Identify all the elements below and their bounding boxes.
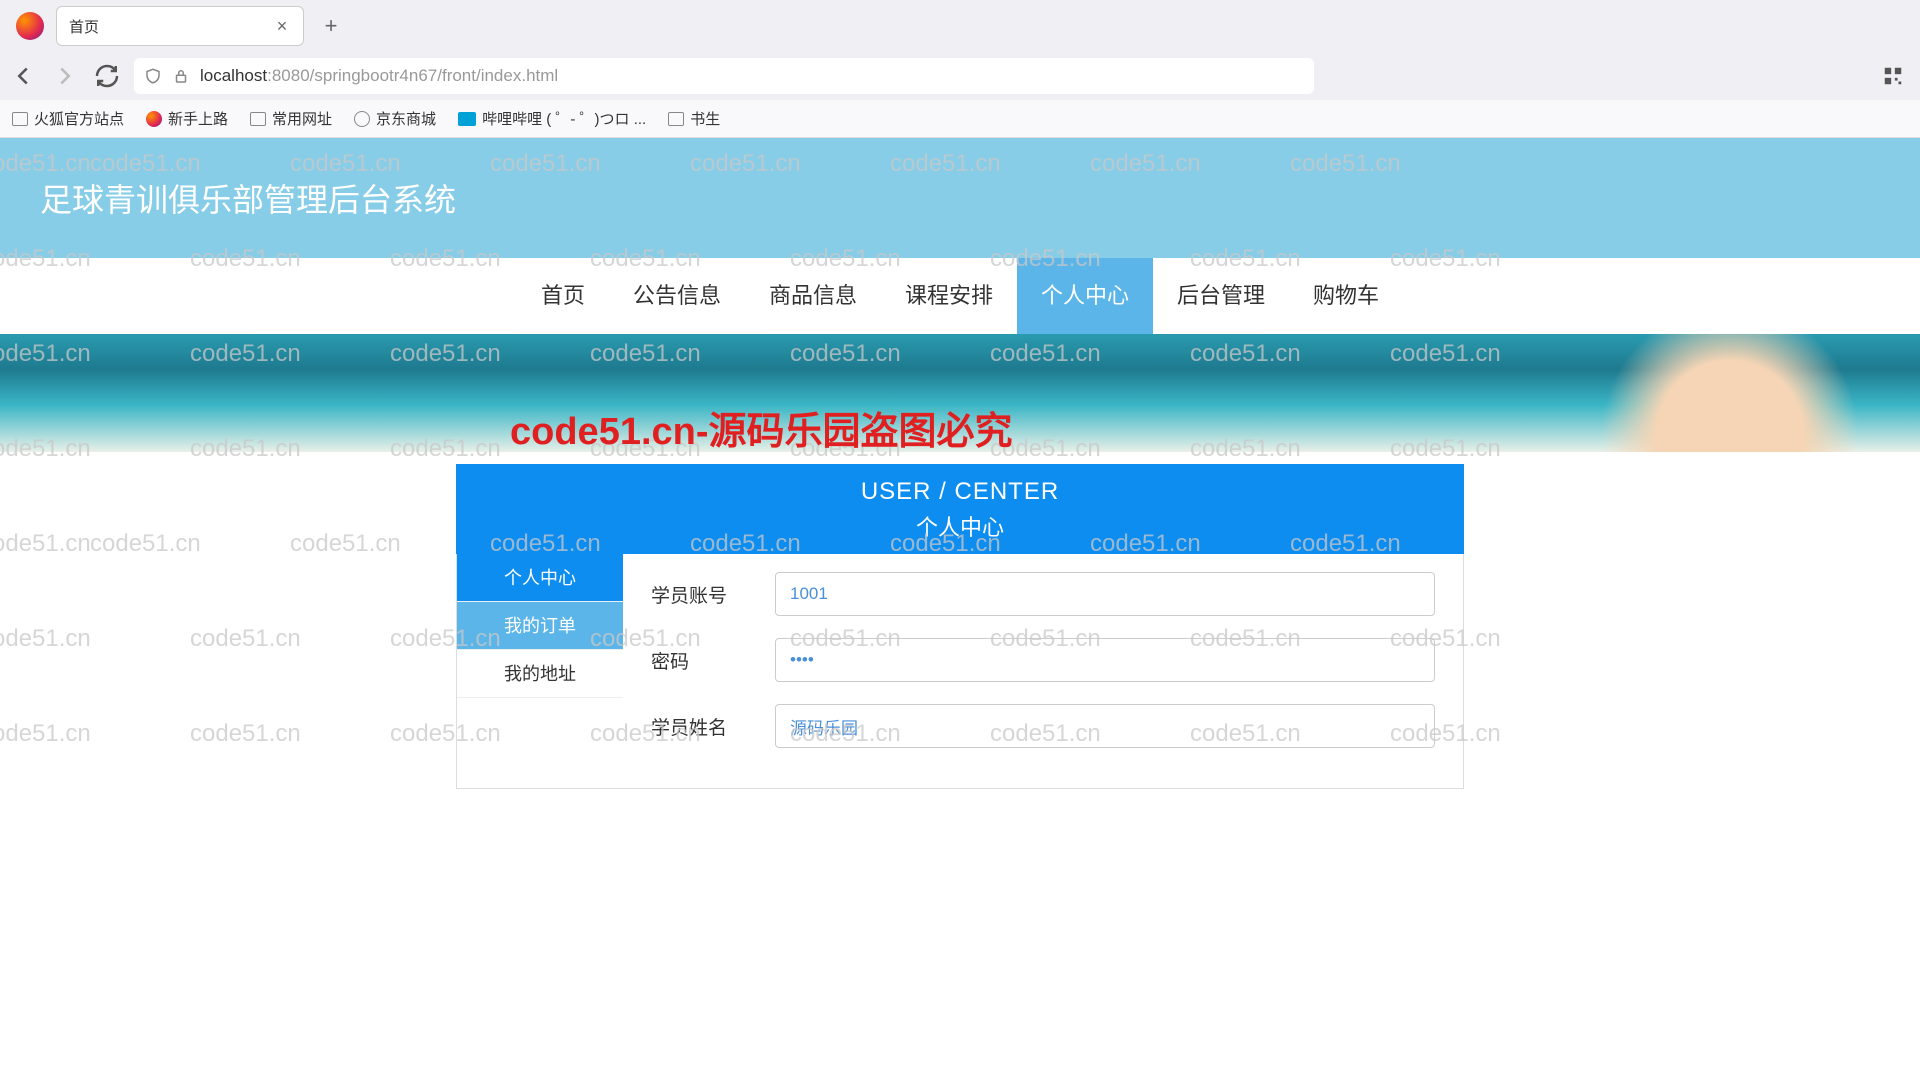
uc-title-cn: 个人中心 [456, 510, 1464, 542]
shield-icon [144, 67, 162, 85]
form-row-password: 密码 [651, 638, 1435, 682]
qr-icon[interactable] [1882, 65, 1904, 87]
bookmark-item[interactable]: 火狐官方站点 [12, 108, 124, 129]
form-row-name: 学员姓名 [651, 704, 1435, 748]
name-input[interactable] [775, 704, 1435, 748]
folder-icon [12, 112, 28, 126]
forward-button[interactable] [50, 61, 80, 91]
form-row-account: 学员账号 [651, 572, 1435, 616]
nav-item-announcements[interactable]: 公告信息 [609, 258, 745, 334]
user-center-form: 学员账号 密码 学员姓名 [623, 554, 1463, 788]
url-text: localhost:8080/springbootr4n67/front/ind… [200, 66, 1304, 86]
sidebar-item-address[interactable]: 我的地址 [457, 650, 623, 698]
bilibili-icon [458, 112, 476, 126]
browser-chrome: 首页 × + localhost:8080/springbootr4n67/fr… [0, 0, 1920, 138]
back-button[interactable] [8, 61, 38, 91]
globe-icon [354, 111, 370, 127]
nav-item-admin[interactable]: 后台管理 [1153, 258, 1289, 334]
nav-item-courses[interactable]: 课程安排 [881, 258, 1017, 334]
folder-icon [668, 112, 684, 126]
nav-item-home[interactable]: 首页 [517, 258, 609, 334]
site-header: 足球青训俱乐部管理后台系统 [0, 138, 1920, 258]
nav-items: 首页 公告信息 商品信息 课程安排 个人中心 后台管理 购物车 [517, 258, 1403, 334]
url-input[interactable]: localhost:8080/springbootr4n67/front/ind… [134, 58, 1314, 94]
sidebar-item-orders[interactable]: 我的订单 [457, 602, 623, 650]
user-center-panel: USER / CENTER 个人中心 个人中心 我的订单 我的地址 学员账号 密… [456, 464, 1464, 789]
lock-icon [172, 67, 190, 85]
hero-banner [0, 334, 1920, 452]
sidebar-item-profile[interactable]: 个人中心 [457, 554, 623, 602]
user-center-body: 个人中心 我的订单 我的地址 学员账号 密码 学员姓名 [456, 554, 1464, 789]
uc-title-en: USER / CENTER [456, 478, 1464, 506]
nav-item-cart[interactable]: 购物车 [1289, 258, 1403, 334]
bookmark-item[interactable]: 哔哩哔哩 ( ゜- ゜)つロ ... [458, 108, 646, 129]
bookmarks-bar: 火狐官方站点 新手上路 常用网址 京东商城 哔哩哔哩 ( ゜- ゜)つロ ...… [0, 100, 1920, 138]
bookmark-item[interactable]: 书生 [668, 108, 720, 129]
firefox-logo-icon [16, 12, 44, 40]
close-icon[interactable]: × [273, 17, 291, 35]
tab-strip: 首页 × + [0, 0, 1920, 52]
nav-item-products[interactable]: 商品信息 [745, 258, 881, 334]
browser-tab[interactable]: 首页 × [56, 6, 304, 46]
name-label: 学员姓名 [651, 713, 775, 740]
site-title: 足球青训俱乐部管理后台系统 [40, 175, 456, 221]
content-wrap: USER / CENTER 个人中心 个人中心 我的订单 我的地址 学员账号 密… [0, 452, 1920, 789]
bookmark-item[interactable]: 京东商城 [354, 108, 436, 129]
bookmark-item[interactable]: 新手上路 [146, 108, 228, 129]
password-label: 密码 [651, 647, 775, 674]
main-nav: 首页 公告信息 商品信息 课程安排 个人中心 后台管理 购物车 [0, 258, 1920, 334]
tab-title: 首页 [69, 16, 273, 37]
account-input[interactable] [775, 572, 1435, 616]
bookmark-item[interactable]: 常用网址 [250, 108, 332, 129]
password-input[interactable] [775, 638, 1435, 682]
firefox-icon [146, 111, 162, 127]
reload-button[interactable] [92, 61, 122, 91]
account-label: 学员账号 [651, 581, 775, 608]
user-center-sidebar: 个人中心 我的订单 我的地址 [457, 554, 623, 788]
nav-item-user-center[interactable]: 个人中心 [1017, 258, 1153, 334]
address-bar: localhost:8080/springbootr4n67/front/ind… [0, 52, 1920, 100]
folder-icon [250, 112, 266, 126]
page-content: 足球青训俱乐部管理后台系统 首页 公告信息 商品信息 课程安排 个人中心 后台管… [0, 138, 1920, 789]
user-center-header: USER / CENTER 个人中心 [456, 464, 1464, 554]
new-tab-button[interactable]: + [316, 11, 346, 41]
